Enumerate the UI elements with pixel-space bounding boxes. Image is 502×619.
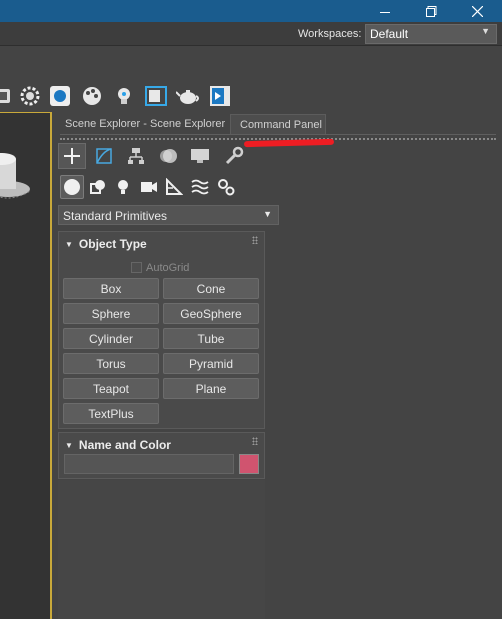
checkbox-icon [131, 262, 142, 273]
minimize-icon[interactable] [364, 0, 406, 22]
panel-tabs: Scene Explorer - Scene Explorer Command … [56, 114, 502, 136]
object-name-field[interactable] [64, 454, 234, 474]
gear-setup-icon[interactable] [18, 84, 42, 108]
teapot-button[interactable]: Teapot [63, 378, 159, 399]
material-palette-icon[interactable] [80, 84, 104, 108]
tab-scene-explorer[interactable]: Scene Explorer - Scene Explorer [60, 114, 228, 134]
object-type-header[interactable]: ▼ Object Type [59, 232, 264, 254]
chevron-down-icon: ▼ [263, 209, 272, 219]
space-warps-icon[interactable] [188, 175, 212, 199]
autogrid-label: AutoGrid [146, 262, 190, 274]
cylinder-button[interactable]: Cylinder [63, 328, 159, 349]
collapse-triangle-icon: ▼ [65, 441, 73, 450]
sphere-button[interactable]: Sphere [63, 303, 159, 324]
tab-command-panel[interactable]: Command Panel [230, 114, 326, 134]
create-icon[interactable] [58, 143, 86, 169]
textplus-button[interactable]: TextPlus [63, 403, 159, 424]
object-type-rollout: ▼ Object Type AutoGrid Box Cone Sphere Ge… [58, 231, 265, 429]
subcategory-dropdown[interactable]: Standard Primitives ▼ [58, 205, 279, 225]
annotation-underline [243, 138, 335, 148]
object-color-swatch[interactable] [239, 454, 259, 474]
geometry-icon[interactable] [60, 175, 84, 199]
workspaces-dropdown[interactable]: Default ▼ [365, 24, 497, 44]
workspaces-label: Workspaces: [298, 28, 362, 40]
name-and-color-header[interactable]: ▼ Name and Color [59, 433, 264, 455]
motion-icon[interactable] [154, 143, 182, 169]
play-render-icon[interactable] [208, 84, 232, 108]
autogrid-checkbox[interactable]: AutoGrid [131, 262, 189, 274]
geosphere-button[interactable]: GeoSphere [163, 303, 259, 324]
utilities-icon[interactable] [220, 143, 248, 169]
name-and-color-rollout: ▼ Name and Color [58, 432, 265, 479]
teapot-icon[interactable] [176, 84, 200, 108]
render-frame-icon[interactable] [48, 84, 72, 108]
modify-icon[interactable] [90, 143, 118, 169]
workspaces-value: Default [370, 27, 409, 41]
tube-button[interactable]: Tube [163, 328, 259, 349]
command-panel-empty-area [58, 480, 265, 619]
chevron-down-icon: ▼ [481, 26, 490, 36]
lights-icon[interactable] [111, 175, 135, 199]
subcategory-value: Standard Primitives [63, 209, 168, 223]
close-icon[interactable] [456, 0, 498, 22]
systems-icon[interactable] [214, 175, 238, 199]
hierarchy-icon[interactable] [122, 143, 150, 169]
plane-button[interactable]: Plane [163, 378, 259, 399]
pyramid-button[interactable]: Pyramid [163, 353, 259, 374]
display-icon[interactable] [186, 143, 214, 169]
helpers-icon[interactable] [162, 175, 186, 199]
viewport[interactable] [0, 112, 52, 619]
torus-button[interactable]: Torus [63, 353, 159, 374]
title-bar [0, 0, 502, 22]
cameras-icon[interactable] [137, 175, 161, 199]
object-type-title: Object Type [78, 237, 147, 251]
box-button[interactable]: Box [63, 278, 159, 299]
name-and-color-title: Name and Color [78, 438, 171, 452]
shapes-icon[interactable] [86, 175, 110, 199]
scene-object-icon [0, 153, 31, 199]
maximize-icon[interactable] [410, 0, 452, 22]
teapot-render-icon[interactable] [0, 84, 16, 108]
light-bulb-icon[interactable] [112, 84, 136, 108]
tab-divider [60, 134, 496, 135]
cone-button[interactable]: Cone [163, 278, 259, 299]
viewport-window-icon[interactable] [144, 84, 168, 108]
grip-icon [252, 437, 258, 445]
main-toolbar [0, 76, 502, 110]
grip-icon [252, 236, 258, 244]
collapse-triangle-icon: ▼ [65, 240, 73, 249]
